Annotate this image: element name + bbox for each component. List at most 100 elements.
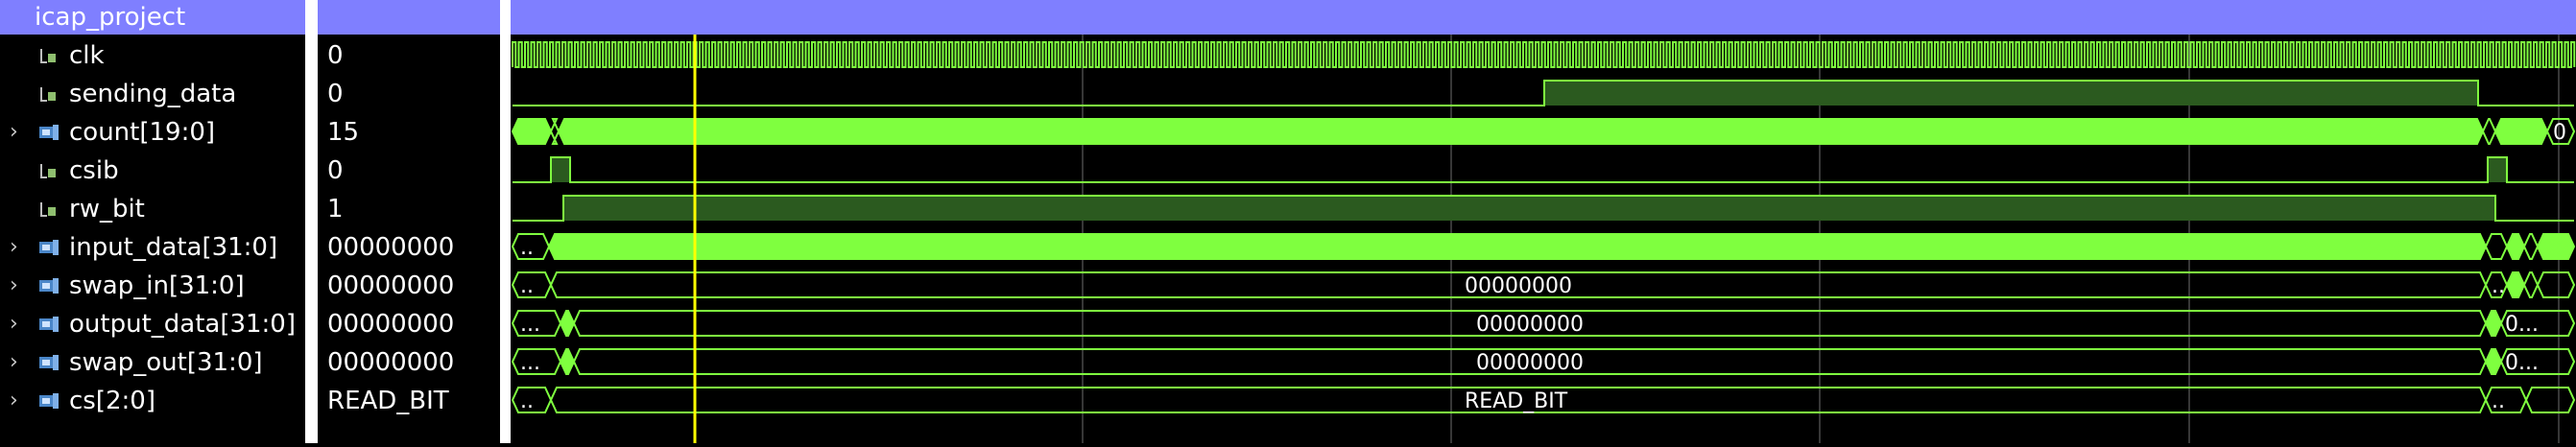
swap-in-segment xyxy=(2522,271,2540,298)
swap-in-segment xyxy=(2536,271,2576,298)
signal-name: sending_data xyxy=(69,80,237,108)
expand-chevron-icon[interactable]: › xyxy=(10,267,18,305)
signal-row[interactable]: csib xyxy=(0,152,305,190)
signal-row[interactable]: › input_data[31:0] xyxy=(0,228,305,267)
signal-value: 00000000 xyxy=(327,233,455,262)
scope-header[interactable]: icap_project xyxy=(0,0,305,35)
expand-chevron-icon[interactable]: › xyxy=(10,305,18,343)
signal-row[interactable]: sending_data xyxy=(0,75,305,113)
signal-row[interactable]: › count[19:0] xyxy=(0,113,305,152)
scalar-signal-icon xyxy=(40,164,56,178)
waveform-canvas[interactable]: .... 00000000..... 00000000 0...... 00000000… xyxy=(511,0,2576,443)
signal-name: csib xyxy=(69,156,119,185)
expand-chevron-icon[interactable]: › xyxy=(10,343,18,382)
swap-in-value-label: 00000000 xyxy=(1465,274,1572,298)
input-data-segment xyxy=(2505,233,2526,260)
waveform-panel[interactable]: .... 00000000..... 00000000 0...... 00000000… xyxy=(511,0,2576,443)
signal-name-panel: icap_project clk sending_data › count[19:0]… xyxy=(0,0,305,443)
signal-value-row[interactable]: 0 xyxy=(318,36,500,75)
signal-value: 0 xyxy=(327,41,344,70)
input-data-start-label: .. xyxy=(520,236,534,260)
signal-name: clk xyxy=(69,41,105,70)
swap-in-start-label: .. xyxy=(520,274,534,298)
signal-value: 1 xyxy=(327,195,344,224)
signal-value-row[interactable]: 00000000 xyxy=(318,267,500,305)
signal-row[interactable]: › swap_out[31:0] xyxy=(0,343,305,382)
signal-value: 00000000 xyxy=(327,310,455,339)
signal-name: swap_in[31:0] xyxy=(69,271,245,300)
signal-value: 0 xyxy=(327,80,344,108)
swap-in-end-label: .. xyxy=(2492,274,2505,298)
clk-trace xyxy=(512,41,2576,68)
output-data-segment xyxy=(2484,310,2503,337)
cs-value-label: READ_BIT xyxy=(1465,389,1568,413)
sending-data-fill xyxy=(1544,81,2478,106)
count-segment xyxy=(549,118,561,145)
swap-out-segment xyxy=(559,348,576,375)
swap-out-segment xyxy=(2484,348,2503,375)
swap-in-segment xyxy=(2505,271,2526,298)
bus-signal-icon xyxy=(39,317,59,332)
output-data-value-label: 00000000 xyxy=(1476,313,1584,337)
input-data-segment xyxy=(2536,233,2576,260)
signal-value: 15 xyxy=(327,118,360,147)
input-data-segment xyxy=(2484,233,2509,260)
scalar-signal-icon xyxy=(40,49,56,63)
signal-value: 0 xyxy=(327,156,344,185)
cs-end-label: .. xyxy=(2492,389,2505,413)
value-header xyxy=(318,0,500,35)
bus-signal-icon xyxy=(39,393,59,409)
signal-value: 00000000 xyxy=(327,348,455,377)
signal-value-panel: 0 0 15 0 1 00000000 00000000 00000000 00000000 RE… xyxy=(318,0,500,443)
output-data-end-label: 0... xyxy=(2505,313,2539,337)
cs-start-label: .. xyxy=(520,389,534,413)
input-data-segment xyxy=(547,233,2488,260)
csib-trace xyxy=(513,156,2574,183)
signal-name: swap_out[31:0] xyxy=(69,348,263,377)
count-segment xyxy=(511,118,553,145)
cs-segment xyxy=(2524,387,2576,413)
signal-row[interactable]: › swap_in[31:0] xyxy=(0,267,305,305)
output-data-start-label: ... xyxy=(520,313,540,337)
count-segment xyxy=(557,118,2485,145)
expand-chevron-icon[interactable]: › xyxy=(10,382,18,420)
signal-value-row[interactable]: 0 xyxy=(318,75,500,113)
rw-bit-fill xyxy=(563,196,2495,221)
signal-value-row[interactable]: 0 xyxy=(318,152,500,190)
bus-signal-icon xyxy=(39,125,59,140)
input-data-segment xyxy=(2522,233,2540,260)
signal-row[interactable]: › output_data[31:0] xyxy=(0,305,305,343)
signal-row[interactable]: › cs[2:0] xyxy=(0,382,305,420)
signal-name: output_data[31:0] xyxy=(69,310,296,339)
signal-name: rw_bit xyxy=(69,195,145,224)
expand-chevron-icon[interactable]: › xyxy=(10,113,18,152)
swap-out-start-label: ... xyxy=(520,351,540,375)
signal-value-row[interactable]: 00000000 xyxy=(318,343,500,382)
waveform-header xyxy=(511,0,2576,35)
bus-signal-icon xyxy=(39,278,59,294)
signal-value-row[interactable]: 00000000 xyxy=(318,228,500,267)
csib-fill xyxy=(551,157,570,182)
panel-divider-right[interactable] xyxy=(500,0,511,443)
signal-value-row[interactable]: READ_BIT xyxy=(318,382,500,420)
signal-name: count[19:0] xyxy=(69,118,216,147)
csib-fill xyxy=(2488,157,2507,182)
signal-row[interactable]: rw_bit xyxy=(0,190,305,228)
scalar-signal-icon xyxy=(40,87,56,102)
signal-value-row[interactable]: 15 xyxy=(318,113,500,152)
panel-divider-left[interactable] xyxy=(305,0,318,443)
expand-chevron-icon[interactable]: › xyxy=(10,228,18,267)
signal-row[interactable]: clk xyxy=(0,36,305,75)
count-end-label: 0 xyxy=(2553,121,2566,145)
bus-signal-icon xyxy=(39,240,59,255)
output-data-segment xyxy=(559,310,576,337)
signal-value: 00000000 xyxy=(327,271,455,300)
scalar-signal-icon xyxy=(40,202,56,217)
count-segment xyxy=(2481,118,2497,145)
signal-value-row[interactable]: 00000000 xyxy=(318,305,500,343)
signal-value-row[interactable]: 1 xyxy=(318,190,500,228)
count-segment xyxy=(2493,118,2549,145)
bus-signal-icon xyxy=(39,355,59,370)
swap-out-end-label: 0... xyxy=(2505,351,2539,375)
signal-name: cs[2:0] xyxy=(69,387,155,415)
